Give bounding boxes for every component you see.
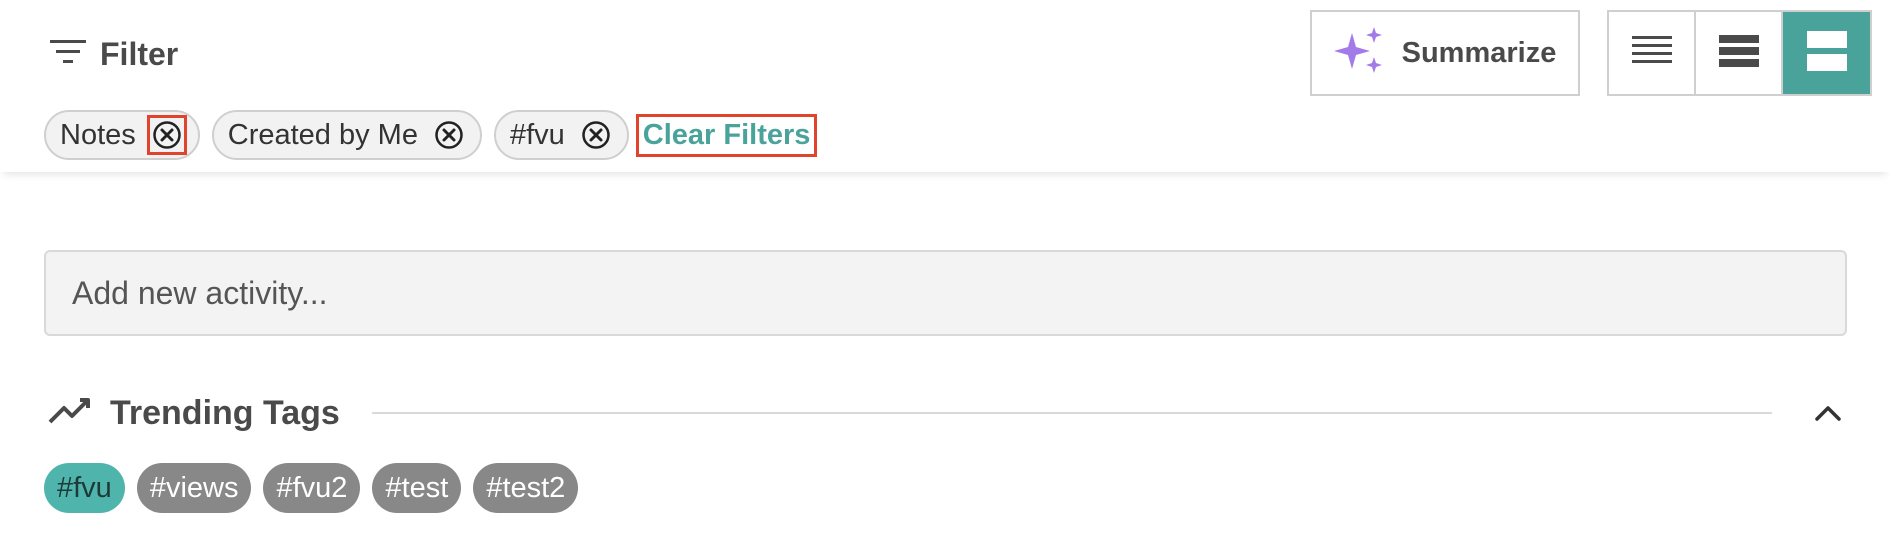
tag-test2[interactable]: #test2 [473, 463, 579, 513]
sparkle-icon [1333, 26, 1388, 80]
remove-filter-fvu-button[interactable] [579, 118, 613, 152]
add-activity-input[interactable] [44, 250, 1847, 336]
compact-list-icon [1631, 34, 1672, 73]
filter-toolbar: Filter Summarize Notes Created by Me #fv… [0, 0, 1890, 172]
list-view-button[interactable] [1696, 12, 1783, 94]
close-circle-icon [582, 121, 610, 149]
close-circle-icon [435, 121, 463, 149]
filter-button[interactable]: Filter [48, 34, 178, 74]
view-mode-toggle [1607, 10, 1872, 96]
filter-icon [48, 36, 88, 73]
filter-chip-fvu: #fvu [493, 110, 629, 160]
summarize-label: Summarize [1401, 36, 1557, 69]
clear-filters-link[interactable]: Clear Filters [635, 113, 818, 157]
tag-views[interactable]: #views [136, 463, 252, 513]
filter-chip-created-by-me: Created by Me [211, 110, 482, 160]
summarize-button[interactable]: Summarize [1310, 10, 1580, 96]
trending-tags-header: Trending Tags [48, 388, 1848, 438]
active-filters: Notes Created by Me #fvu Clear Filters [44, 110, 818, 160]
remove-filter-created-by-me-button[interactable] [432, 118, 466, 152]
card-icon [1806, 30, 1847, 76]
tag-fvu[interactable]: #fvu [44, 463, 125, 513]
tag-fvu2[interactable]: #fvu2 [263, 463, 361, 513]
filter-chip-label: Notes [60, 118, 136, 151]
trending-tags-list: #fvu #views #fvu2 #test #test2 [44, 463, 590, 513]
list-icon [1718, 34, 1759, 73]
remove-filter-notes-button[interactable] [146, 115, 187, 155]
close-circle-icon [153, 121, 181, 149]
collapse-trending-button[interactable] [1808, 393, 1848, 433]
filter-chip-label: #fvu [509, 118, 565, 151]
filter-chip-notes: Notes [44, 110, 200, 160]
compact-list-view-button[interactable] [1609, 12, 1696, 94]
trending-icon [48, 396, 92, 431]
card-view-button[interactable] [1783, 12, 1870, 94]
trending-tags-title: Trending Tags [110, 393, 340, 432]
filter-chip-label: Created by Me [227, 118, 418, 151]
divider [371, 412, 1772, 414]
tag-test[interactable]: #test [372, 463, 462, 513]
filter-label: Filter [100, 35, 179, 72]
chevron-up-icon [1815, 406, 1841, 421]
